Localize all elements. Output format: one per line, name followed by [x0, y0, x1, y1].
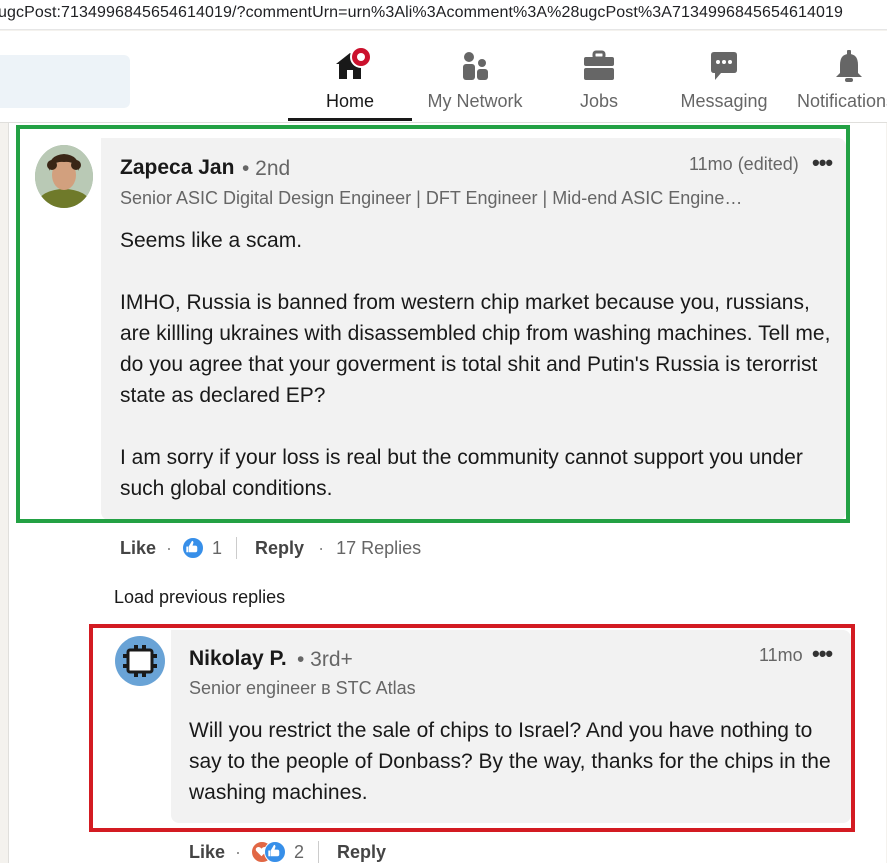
nav-label-messaging: Messaging	[680, 91, 768, 111]
like-reaction-icon[interactable]	[264, 841, 287, 863]
divider	[236, 537, 238, 559]
separator-dot: ·	[235, 841, 242, 862]
chat-icon	[707, 49, 741, 83]
highlight-box-red	[89, 624, 855, 832]
nav-label-notifications: Notifications	[797, 91, 887, 111]
load-previous-replies-link[interactable]: Load previous replies	[114, 587, 285, 608]
nav-item-jobs[interactable]: Jobs	[566, 49, 632, 123]
like-button[interactable]: Like	[120, 538, 156, 559]
bell-icon	[832, 49, 866, 83]
nav-label-home: Home	[325, 91, 374, 111]
replies-count-link[interactable]: 17 Replies	[336, 538, 421, 559]
like-reaction-icon[interactable]	[182, 537, 205, 559]
address-bar[interactable]: ugcPost:7134996845654614019/?commentUrn=…	[0, 0, 887, 30]
like-button[interactable]: Like	[189, 842, 225, 863]
nav-item-home[interactable]: Home	[288, 46, 412, 123]
search-input[interactable]	[0, 55, 130, 108]
nav-label-jobs: Jobs	[579, 91, 619, 111]
reply-button[interactable]: Reply	[337, 842, 386, 863]
reaction-count[interactable]: 2	[294, 842, 304, 863]
address-bar-url[interactable]: ugcPost:7134996845654614019/?commentUrn=…	[0, 4, 843, 22]
comment-actions: Like · 1 Reply · 17 Replies	[120, 536, 421, 560]
briefcase-icon	[582, 49, 616, 83]
separator-dot: ·	[166, 537, 173, 558]
divider	[318, 841, 320, 863]
people-icon	[458, 49, 492, 83]
reaction-count[interactable]: 1	[212, 538, 222, 559]
home-icon	[333, 46, 372, 83]
nav-item-my-network[interactable]: My Network	[420, 49, 530, 123]
notification-badge	[350, 46, 372, 68]
nav-item-notifications[interactable]: Notifications	[797, 49, 887, 123]
highlight-box-green	[16, 125, 850, 523]
reply-button[interactable]: Reply	[255, 538, 304, 559]
nav-item-messaging[interactable]: Messaging	[676, 49, 772, 123]
nav-label-my-network: My Network	[427, 91, 523, 111]
separator-dot: ·	[318, 537, 325, 558]
top-navigation: Home My Network Jobs Messaging Notificat…	[0, 31, 887, 123]
comment-actions: Like · 2 Reply	[189, 840, 386, 863]
